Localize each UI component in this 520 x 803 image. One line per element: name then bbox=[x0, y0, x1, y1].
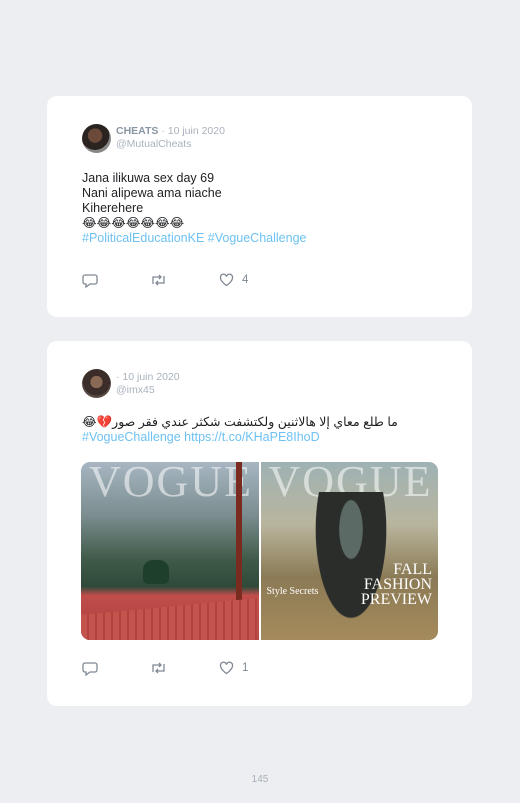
red-roof bbox=[81, 598, 259, 640]
tweet-line: Nani alipewa ama niache bbox=[82, 186, 222, 200]
reply-button[interactable] bbox=[82, 661, 98, 676]
retweet-icon bbox=[152, 274, 165, 286]
heart-icon bbox=[219, 273, 234, 287]
cover-caption-line: FASHION bbox=[363, 576, 432, 593]
tweet-line: ما طلع معاي إلا هالاثنين ولكتشفت شكثر عن… bbox=[82, 415, 398, 429]
tweet-text: ما طلع معاي إلا هالاثنين ولكتشفت شكثر عن… bbox=[82, 415, 442, 445]
retweet-icon bbox=[152, 662, 165, 674]
retweet-button[interactable] bbox=[150, 273, 167, 287]
like-count: 1 bbox=[242, 662, 249, 674]
page-number: 145 bbox=[251, 774, 269, 785]
tweet-actions: 4 bbox=[82, 273, 442, 289]
reply-button[interactable] bbox=[82, 273, 98, 288]
magazine-cover-left[interactable]: VOGUE bbox=[81, 462, 259, 640]
tweet-line: 😂😂😂😂😂😂😂 bbox=[82, 216, 185, 230]
tweet-header: · 10 juin 2020 @imx45 bbox=[116, 371, 180, 397]
tweet-line: Jana ilikuwa sex day 69 bbox=[82, 171, 215, 185]
tweet-card: · 10 juin 2020 @imx45 ما طلع معاي إلا ها… bbox=[47, 341, 472, 706]
author-handle[interactable]: @imx45 bbox=[116, 384, 180, 397]
tweet-line: Kiherehere bbox=[82, 201, 144, 215]
tweet-card: CHEATS · 10 juin 2020 @MutualCheats Jana… bbox=[47, 96, 472, 317]
magazine-title: VOGUE bbox=[89, 462, 253, 506]
cover-caption-line: PREVIEW bbox=[360, 591, 432, 608]
cover-caption: FALL FASHION PREVIEW bbox=[360, 561, 432, 608]
author-name[interactable]: CHEATS bbox=[116, 125, 158, 137]
avatar[interactable] bbox=[82, 369, 111, 398]
cover-caption-line: FALL bbox=[393, 561, 432, 578]
tweet-header: CHEATS · 10 juin 2020 @MutualCheats bbox=[116, 125, 225, 151]
hashtag-links[interactable]: #PoliticalEducationKE #VogueChallenge bbox=[82, 231, 442, 246]
tweet-actions: 1 bbox=[82, 661, 442, 677]
tweet-text: Jana ilikuwa sex day 69 Nani alipewa ama… bbox=[82, 171, 442, 246]
swing-figure bbox=[143, 560, 169, 584]
reply-icon bbox=[82, 662, 98, 676]
tweet-date[interactable]: · 10 juin 2020 bbox=[161, 125, 225, 137]
like-count: 4 bbox=[242, 274, 249, 286]
heart-icon bbox=[219, 661, 234, 675]
like-button[interactable]: 4 bbox=[219, 273, 248, 287]
retweet-button[interactable] bbox=[150, 661, 167, 675]
avatar[interactable] bbox=[82, 124, 111, 153]
like-button[interactable]: 1 bbox=[219, 661, 248, 675]
reply-icon bbox=[82, 274, 98, 288]
magazine-cover-right[interactable]: VOGUE Style Secrets FALL FASHION PREVIEW bbox=[260, 462, 438, 640]
tweet-date[interactable]: · 10 juin 2020 bbox=[116, 371, 180, 383]
author-handle[interactable]: @MutualCheats bbox=[116, 138, 225, 151]
cover-subcaption: Style Secrets bbox=[266, 586, 319, 597]
hashtag-links[interactable]: #VogueChallenge https://t.co/KHaPE8IhoD bbox=[82, 430, 442, 445]
tweet-media[interactable]: VOGUE VOGUE Style Secrets FALL FASHION P… bbox=[81, 462, 438, 640]
